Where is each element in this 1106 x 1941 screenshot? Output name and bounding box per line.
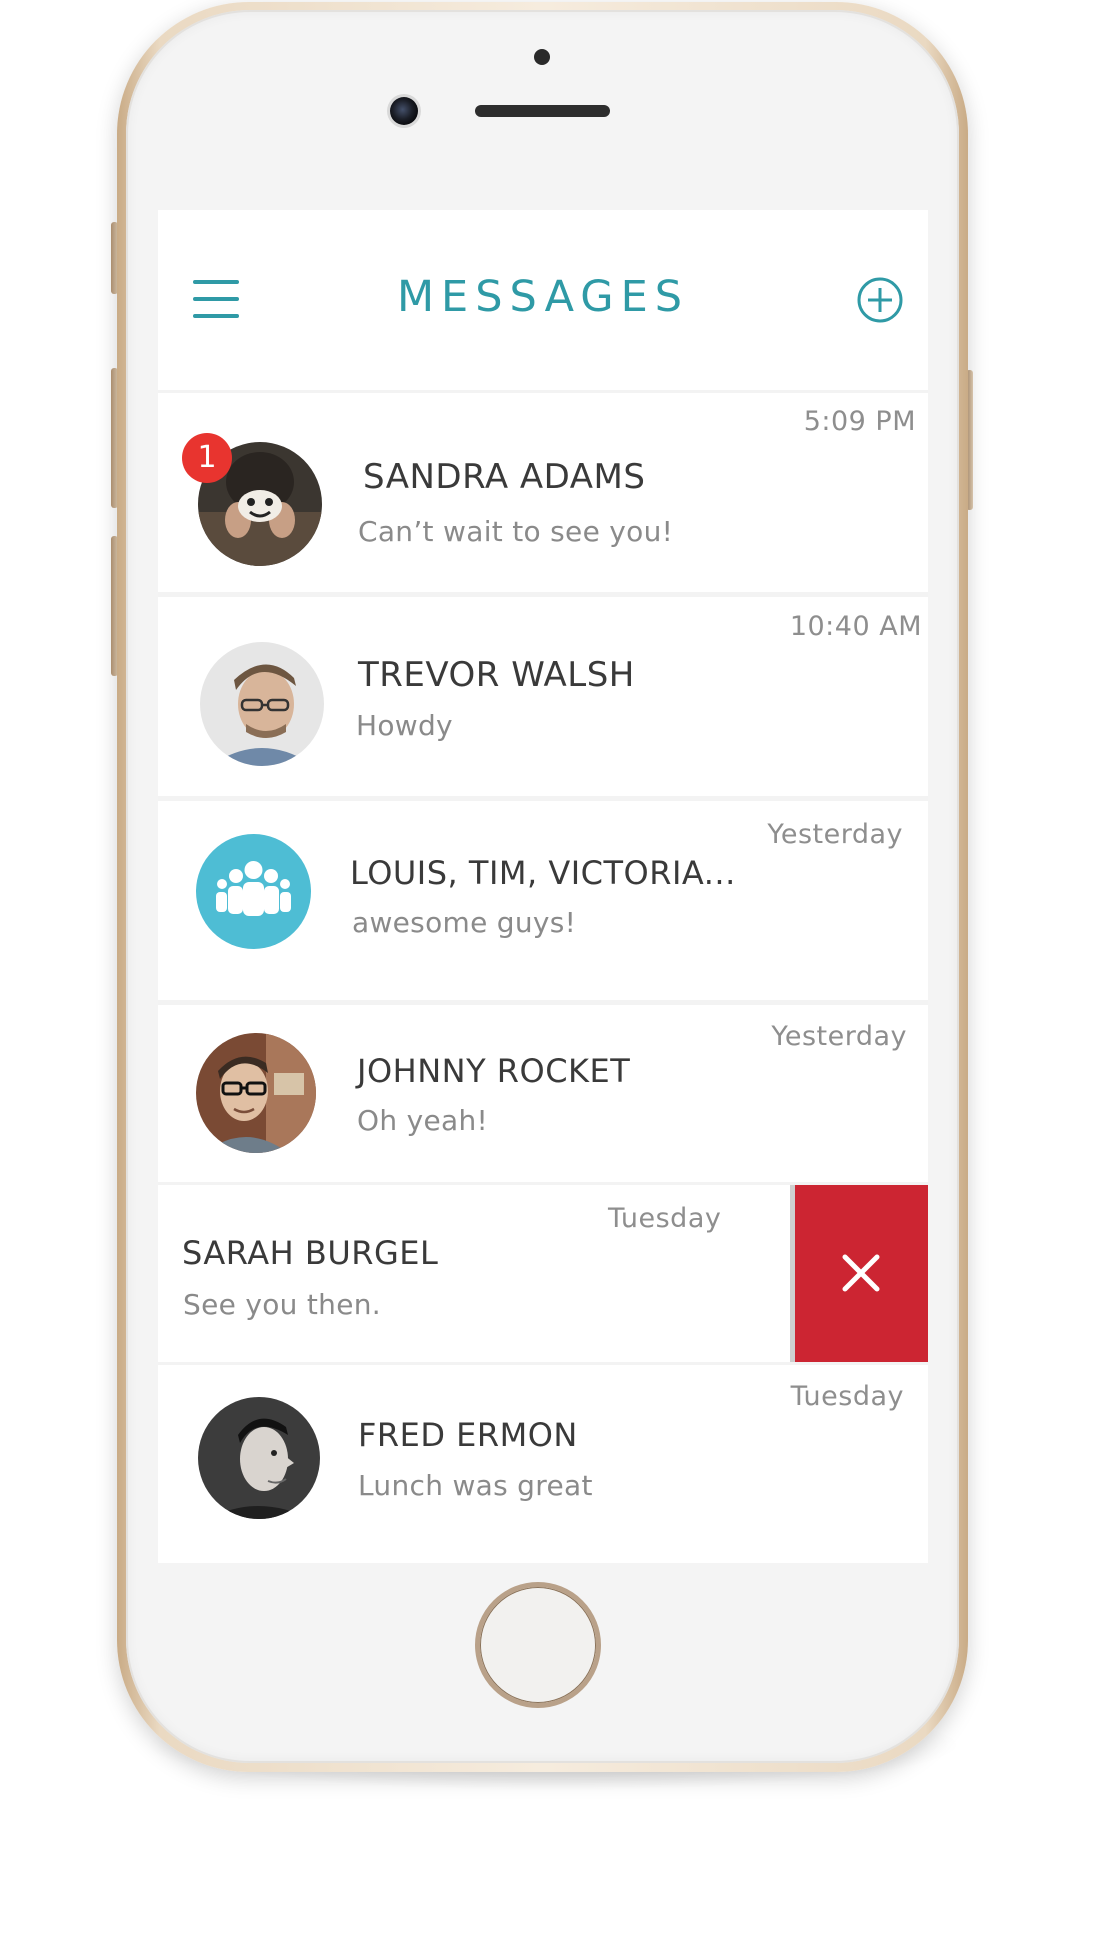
message-preview: See you then. — [183, 1288, 381, 1321]
message-preview: Lunch was great — [358, 1469, 593, 1502]
delete-button[interactable] — [795, 1185, 928, 1362]
avatar — [200, 642, 324, 766]
conversation-row[interactable]: FRED ERMON Lunch was great Tuesday — [158, 1365, 928, 1563]
message-time: Tuesday — [608, 1203, 722, 1234]
plus-circle-icon[interactable] — [856, 276, 904, 324]
front-camera — [390, 97, 418, 125]
phone-screen: MESSAGES 1 SANDRA ADAMS Can’t wait to se… — [158, 210, 928, 1563]
message-time: 10:40 AM — [789, 611, 922, 642]
message-preview: Oh yeah! — [357, 1104, 489, 1137]
contact-name: SARAH BURGEL — [182, 1234, 439, 1272]
conversation-row[interactable]: LOUIS, TIM, VICTORIA... awesome guys! Ye… — [158, 801, 928, 1000]
contact-name: JOHNNY ROCKET — [357, 1052, 631, 1090]
avatar — [196, 1033, 316, 1153]
conversation-row-swiped[interactable]: SARAH BURGEL See you then. Tuesday — [158, 1185, 928, 1362]
conversation-row[interactable]: 1 SANDRA ADAMS Can’t wait to see you! 5:… — [158, 393, 928, 592]
page-title: MESSAGES — [396, 272, 690, 322]
conversation-row[interactable]: TREVOR WALSH Howdy 10:40 AM — [158, 597, 928, 796]
contact-name: LOUIS, TIM, VICTORIA... — [350, 854, 736, 892]
avatar — [198, 1397, 320, 1519]
product-mockup: MESSAGES 1 SANDRA ADAMS Can’t wait to se… — [0, 0, 1106, 1941]
earpiece-speaker — [475, 105, 610, 117]
close-x-icon — [842, 1254, 880, 1292]
contact-name: FRED ERMON — [358, 1416, 578, 1454]
message-time: Yesterday — [771, 1021, 907, 1052]
message-time: 5:09 PM — [803, 406, 916, 437]
unread-badge: 1 — [182, 433, 232, 483]
message-time: Tuesday — [790, 1381, 904, 1412]
app-header: MESSAGES — [158, 210, 928, 390]
message-preview: Can’t wait to see you! — [358, 515, 674, 548]
message-time: Yesterday — [767, 819, 903, 850]
message-preview: Howdy — [356, 709, 453, 742]
message-preview: awesome guys! — [352, 906, 577, 939]
proximity-sensor — [534, 49, 550, 65]
contact-name: SANDRA ADAMS — [363, 457, 646, 497]
conversation-row[interactable]: JOHNNY ROCKET Oh yeah! Yesterday — [158, 1005, 928, 1182]
contact-name: TREVOR WALSH — [358, 655, 635, 695]
home-button — [475, 1582, 601, 1708]
group-icon — [196, 834, 311, 949]
